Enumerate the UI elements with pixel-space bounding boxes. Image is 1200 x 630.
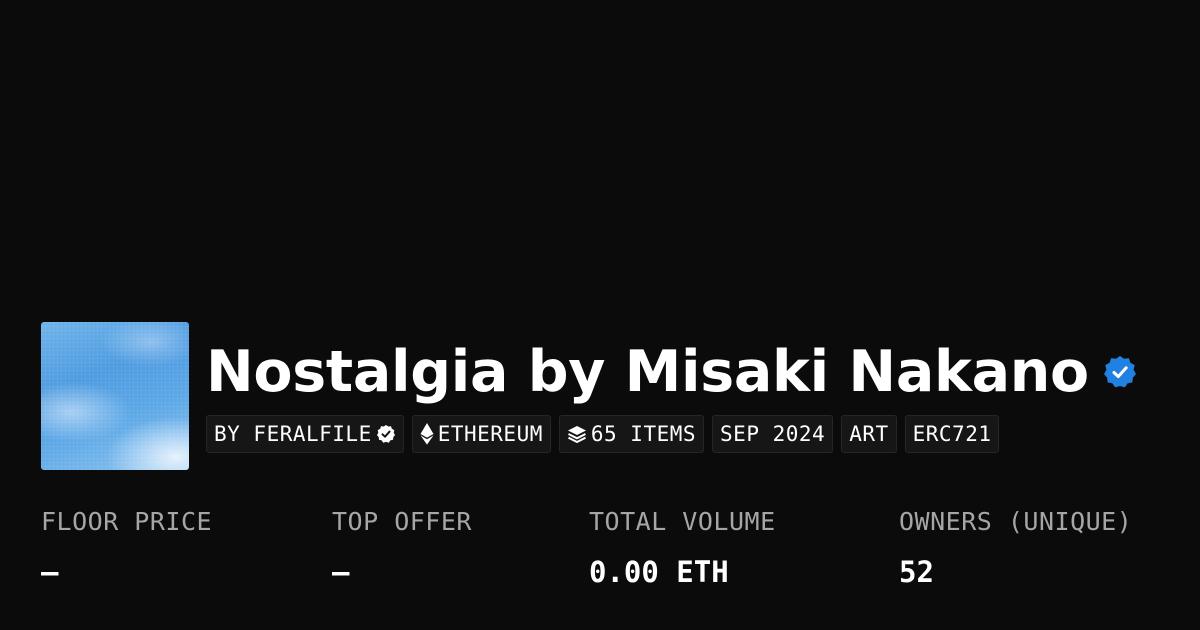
stat-total-volume-value: 0.00 ETH bbox=[589, 555, 729, 589]
verified-check-icon bbox=[376, 425, 395, 443]
tag-chain-label: ETHEREUM bbox=[437, 422, 543, 446]
tag-standard-label: ERC721 bbox=[912, 422, 992, 446]
stat-top-offer-label: TOP OFFER bbox=[332, 507, 472, 536]
layers-icon bbox=[567, 426, 586, 443]
stat-top-offer: TOP OFFER — bbox=[332, 505, 472, 589]
tag-date: SEP 2024 bbox=[712, 415, 834, 453]
collection-thumbnail bbox=[41, 322, 189, 470]
stat-owners-value: 52 bbox=[899, 555, 934, 589]
tag-items-label: 65 ITEMS bbox=[590, 422, 697, 446]
verified-badge-icon bbox=[1103, 356, 1136, 388]
stat-floor-price-value: — bbox=[41, 555, 59, 589]
tag-creator-label: BY FERALFILE bbox=[214, 422, 372, 446]
collection-tags: BY FERALFILE ETHEREUM 65 ITEMS SEP 2024 … bbox=[206, 415, 1000, 453]
stat-total-volume: TOTAL VOLUME 0.00 ETH bbox=[589, 505, 776, 589]
tag-category-label: ART bbox=[849, 422, 889, 446]
stat-total-volume-label: TOTAL VOLUME bbox=[589, 507, 776, 536]
tag-standard: ERC721 bbox=[904, 415, 1000, 453]
tag-category[interactable]: ART bbox=[841, 415, 897, 453]
collection-stats: FLOOR PRICE — TOP OFFER — TOTAL VOLUME 0… bbox=[0, 505, 1200, 605]
stat-floor-price-label: FLOOR PRICE bbox=[41, 507, 213, 536]
stat-top-offer-value: — bbox=[332, 555, 350, 589]
stat-owners-label: OWNERS (UNIQUE) bbox=[899, 507, 1133, 536]
collection-title: Nostalgia by Misaki Nakano bbox=[206, 338, 1089, 405]
title-row: Nostalgia by Misaki Nakano bbox=[206, 334, 1137, 410]
stat-floor-price: FLOOR PRICE — bbox=[41, 505, 212, 589]
tag-chain[interactable]: ETHEREUM bbox=[411, 415, 551, 453]
ethereum-icon bbox=[420, 423, 434, 445]
tag-creator[interactable]: BY FERALFILE bbox=[206, 415, 404, 453]
tag-items[interactable]: 65 ITEMS bbox=[558, 415, 705, 453]
stat-owners: OWNERS (UNIQUE) 52 bbox=[899, 505, 1132, 589]
tag-date-label: SEP 2024 bbox=[720, 422, 826, 446]
